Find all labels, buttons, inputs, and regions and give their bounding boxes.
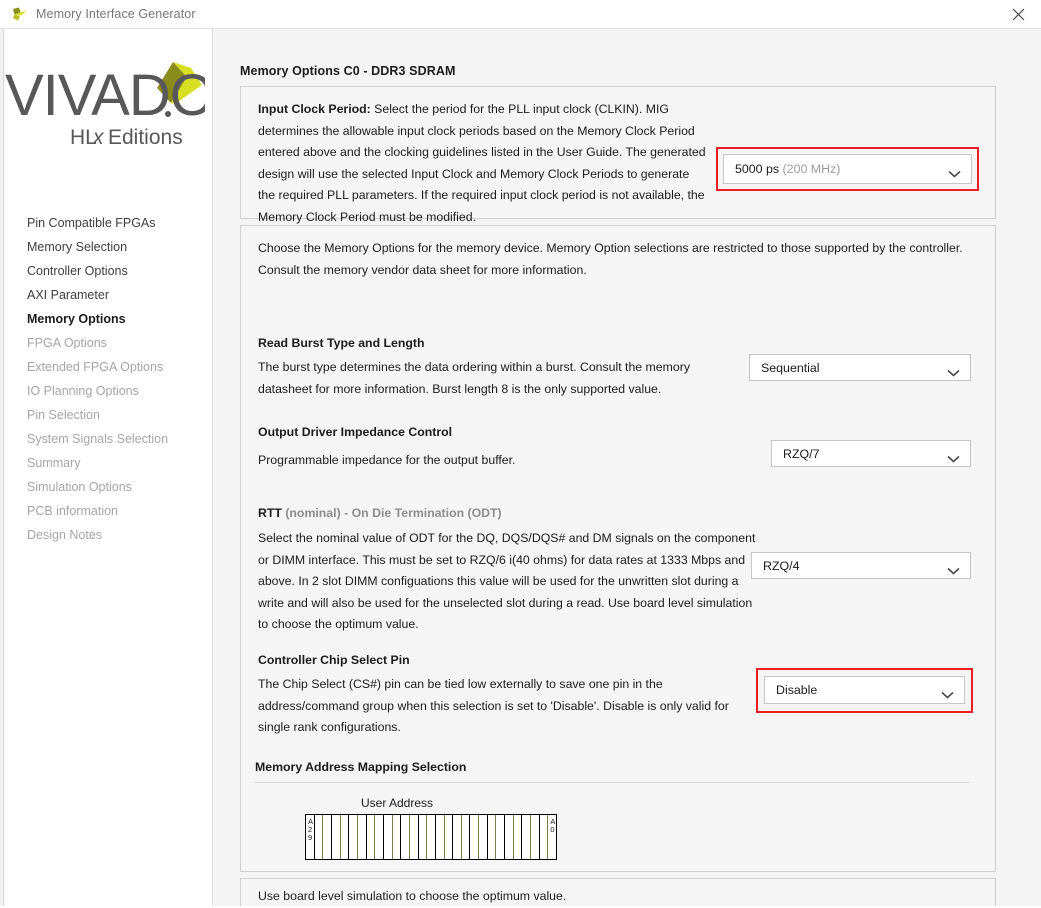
address-cell [349,815,358,859]
address-cell [419,815,428,859]
address-cell [384,815,393,859]
main-content: Memory Options C0 - DDR3 SDRAM Input Clo… [214,29,1041,906]
address-lsb-label: A0 [550,817,556,835]
footer-panel: Use board level simulation to choose the… [240,878,996,906]
svg-text:Editions: Editions [108,126,183,149]
chevron-down-icon [947,562,960,575]
sidebar-item-memory-options[interactable]: Memory Options [27,307,213,331]
address-cell [479,815,488,859]
input-clock-period-panel: Input Clock Period: Select the period fo… [240,86,996,224]
memory-options-panel: Choose the Memory Options for the memory… [240,225,996,872]
sidebar-nav: Pin Compatible FPGAs Memory Selection Co… [27,211,213,547]
address-cell [427,815,436,859]
read-burst-type-heading: Read Burst Type and Length [258,336,425,350]
user-address-label: User Address [361,796,434,810]
address-cell [496,815,506,859]
address-cell [445,815,454,859]
page-title: Memory Options C0 - DDR3 SDRAM [240,64,456,78]
address-cell [470,815,480,859]
input-clock-period-select[interactable]: 5000 ps (200 MHz) [723,154,972,184]
rtt-value: RZQ/4 [763,558,800,573]
sidebar-item-extended-fpga-options: Extended FPGA Options [27,360,164,374]
address-cell [393,815,402,859]
rtt-select[interactable]: RZQ/4 [751,552,971,579]
output-driver-impedance-description: Programmable impedance for the output bu… [258,453,516,467]
user-address-bar: A29 A0 [305,814,557,860]
vivado-logo: VIVADO HL x Editions [5,58,205,150]
output-driver-impedance-value: RZQ/7 [783,446,820,461]
address-cell-msb: A29 [306,815,315,859]
sidebar-item-design-notes: Design Notes [27,528,103,542]
read-burst-type-select[interactable]: Sequential [749,354,971,381]
address-cell [375,815,384,859]
sidebar-item-system-signals-selection: System Signals Selection [27,432,169,446]
sidebar-item-pin-compatible-fpgas[interactable]: Pin Compatible FPGAs [27,211,213,235]
memory-address-mapping-heading: Memory Address Mapping Selection [255,760,467,774]
read-burst-type-description: The burst type determines the data order… [258,360,690,396]
sidebar: VIVADO HL x Editions Pin Compatible FPGA… [5,29,213,906]
address-cell [323,815,332,859]
address-cell [341,815,350,859]
output-driver-impedance-heading: Output Driver Impedance Control [258,425,453,439]
address-cell [453,815,462,859]
svg-text:x: x [92,126,105,149]
sidebar-item-summary: Summary [27,456,81,470]
address-cell [514,815,523,859]
input-clock-period-text: Select the period for the PLL input cloc… [258,102,706,224]
address-cell [315,815,324,859]
chevron-down-icon [947,364,960,377]
address-cell [367,815,376,859]
app-logo-icon [11,6,29,22]
input-clock-period-value: 5000 ps (200 MHz) [735,162,841,176]
chevron-down-icon [948,165,961,178]
address-cell [358,815,367,859]
left-edge-strip [0,29,4,906]
sidebar-item-pcb-information: PCB information [27,504,119,518]
close-icon[interactable] [995,0,1041,29]
address-cell [332,815,341,859]
controller-chip-select-description: The Chip Select (CS#) pin can be tied lo… [258,677,729,734]
rtt-heading-main: RTT [258,506,282,520]
address-cell [410,815,419,859]
address-cell [488,815,497,859]
controller-chip-select-heading: Controller Chip Select Pin [258,653,410,667]
rtt-description: Select the nominal value of ODT for the … [258,531,756,631]
address-msb-label: A29 [308,817,314,843]
memory-options-intro: Choose the Memory Options for the memory… [258,241,963,277]
sidebar-item-simulation-options: Simulation Options [27,480,132,494]
address-cell [531,815,540,859]
section-divider [255,782,969,783]
input-clock-period-description: Input Clock Period: Select the period fo… [258,99,706,228]
sidebar-item-pin-selection: Pin Selection [27,408,100,422]
svg-text:VIVADO: VIVADO [5,63,205,128]
address-cell [462,815,471,859]
address-cell [505,815,514,859]
window-titlebar: Memory Interface Generator [0,0,1041,29]
chevron-down-icon [947,450,960,463]
address-cell [401,815,410,859]
sidebar-item-axi-parameter[interactable]: AXI Parameter [27,283,213,307]
sidebar-item-controller-options[interactable]: Controller Options [27,259,213,283]
controller-chip-select-value: Disable [776,683,818,697]
sidebar-item-io-planning-options: IO Planning Options [27,384,139,398]
address-cell [540,815,549,859]
output-driver-impedance-select[interactable]: RZQ/7 [771,440,971,467]
window-body: VIVADO HL x Editions Pin Compatible FPGA… [0,29,1041,906]
address-cell [436,815,445,859]
address-cell-lsb: A0 [548,815,556,859]
sidebar-item-memory-selection[interactable]: Memory Selection [27,235,213,259]
chevron-down-icon [941,686,954,699]
footer-hint-text: Use board level simulation to choose the… [258,889,567,903]
controller-chip-select-select[interactable]: Disable [764,676,965,704]
rtt-heading: RTT (nominal) - On Die Termination (ODT) [258,506,502,520]
input-clock-period-label: Input Clock Period: [258,102,371,116]
address-cell [522,815,532,859]
sidebar-item-fpga-options: FPGA Options [27,336,107,350]
rtt-heading-sub: (nominal) - On Die Termination (ODT) [285,506,502,520]
window-title: Memory Interface Generator [36,7,196,21]
read-burst-type-value: Sequential [761,360,820,375]
